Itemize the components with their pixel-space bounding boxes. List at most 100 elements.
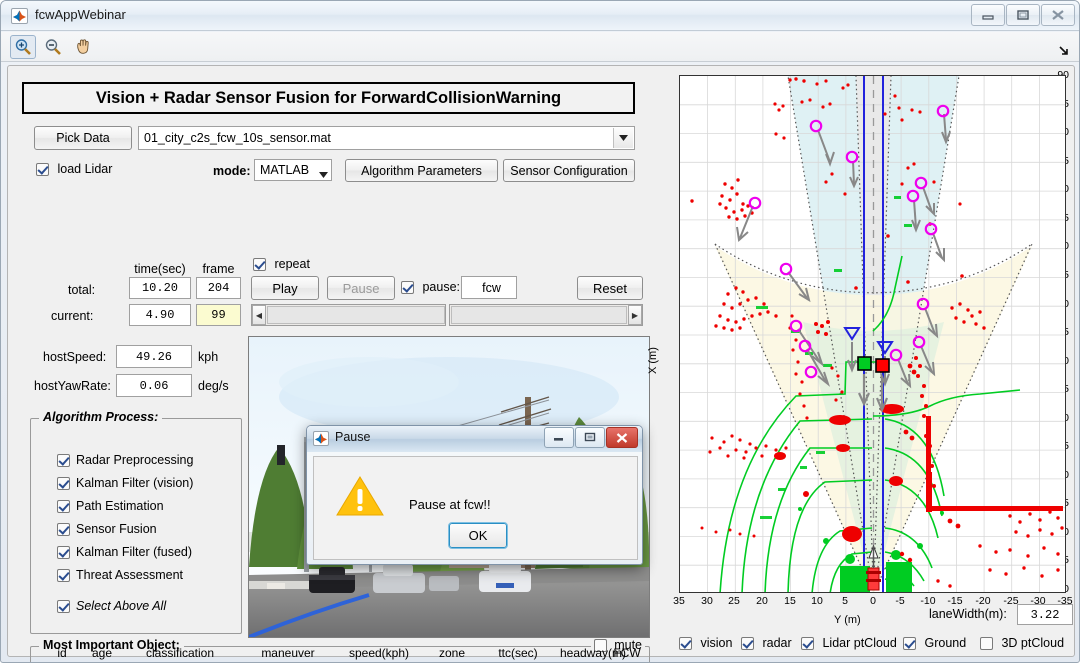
maximize-icon[interactable] <box>575 427 605 448</box>
checkbox-ground-layer[interactable]: Ground <box>903 636 966 650</box>
checkbox-path-estimation[interactable]: Path Estimation <box>57 499 164 513</box>
slider-right-arrow-icon[interactable]: ▶ <box>628 305 642 325</box>
checkbox-box <box>801 637 814 650</box>
xtick: -5 <box>888 595 912 607</box>
checkbox-label: Select Above All <box>76 599 166 613</box>
checkbox-box <box>903 637 916 650</box>
zoom-out-icon[interactable] <box>40 35 66 59</box>
checkbox-label: 3D ptCloud <box>1001 636 1064 650</box>
ok-button[interactable]: OK <box>449 523 507 548</box>
checkbox-threat-assessment[interactable]: Threat Assessment <box>57 568 183 582</box>
minimize-icon[interactable] <box>971 4 1005 26</box>
title-bar: fcwAppWebinar <box>1 1 1080 31</box>
pause-at-label: pause: <box>422 280 460 294</box>
resize-grip-icon[interactable] <box>1057 43 1071 60</box>
checkbox-label: vision <box>700 636 732 650</box>
data-file-combobox[interactable]: 01_city_c2s_fcw_10s_sensor.mat <box>138 126 635 150</box>
pause-button[interactable]: Pause <box>327 276 395 300</box>
xtick: 20 <box>750 595 774 607</box>
chevron-down-icon[interactable] <box>319 167 328 181</box>
mio-header-id: id <box>45 646 79 660</box>
time-slider[interactable]: ◀ <box>251 304 446 326</box>
checkbox-label: Kalman Filter (vision) <box>76 476 193 490</box>
checkbox-select-above-all[interactable]: Select Above All <box>57 599 166 613</box>
page-title: Vision + Radar Sensor Fusion for Forward… <box>22 82 635 114</box>
slider-trough[interactable] <box>451 306 627 324</box>
checkbox-label: Kalman Filter (fused) <box>76 545 192 559</box>
total-frame-field[interactable]: 204 <box>196 277 241 299</box>
dialog-body: Pause at fcw!! OK <box>313 456 638 560</box>
play-button[interactable]: Play <box>251 276 319 300</box>
mio-header-maneuver: maneuver <box>239 646 337 660</box>
frame-slider[interactable]: ▶ <box>449 304 643 326</box>
checkbox-box <box>980 637 993 650</box>
sensor-configuration-button[interactable]: Sensor Configuration <box>503 159 635 182</box>
checkbox-box <box>57 454 70 467</box>
main-panel: Vision + Radar Sensor Fusion for Forward… <box>7 65 1075 657</box>
current-time-field[interactable]: 4.90 <box>129 304 191 326</box>
matlab-icon <box>11 8 28 24</box>
checkbox-sensor-fusion[interactable]: Sensor Fusion <box>57 522 157 536</box>
pick-data-button[interactable]: Pick Data <box>34 126 132 150</box>
host-yaw-rate-label: hostYawRate: <box>34 379 111 393</box>
checkbox-radar-layer[interactable]: radar <box>741 636 792 650</box>
checkbox-kalman-filter-vision[interactable]: Kalman Filter (vision) <box>57 476 193 490</box>
chevron-down-icon[interactable] <box>613 128 633 148</box>
mode-label: mode: <box>213 164 251 178</box>
current-frame-field[interactable]: 99 <box>196 304 241 326</box>
mio-header-classification: classification <box>125 646 235 660</box>
window-controls <box>970 4 1075 26</box>
pause-at-checkbox[interactable]: pause: <box>401 280 460 294</box>
algorithm-process-title: Algorithm Process: <box>39 410 162 424</box>
reset-button[interactable]: Reset <box>577 276 643 300</box>
xtick: 10 <box>805 595 829 607</box>
repeat-label: repeat <box>274 257 309 271</box>
algorithm-parameters-button[interactable]: Algorithm Parameters <box>345 159 498 182</box>
close-icon[interactable] <box>606 427 638 448</box>
minimize-icon[interactable] <box>544 427 574 448</box>
pause-at-value-field[interactable]: fcw <box>461 276 517 299</box>
host-yaw-rate-field[interactable]: 0.06 <box>116 374 192 397</box>
checkbox-label: Sensor Fusion <box>76 522 157 536</box>
maximize-icon[interactable] <box>1006 4 1040 26</box>
checkbox-radar-preprocessing[interactable]: Radar Preprocessing <box>57 453 193 467</box>
algorithm-process-group: Algorithm Process: Radar Preprocessing K… <box>30 418 242 634</box>
mio-header-age: age <box>83 646 121 660</box>
window-title: fcwAppWebinar <box>35 7 126 22</box>
checkbox-lidar-ptcloud-layer[interactable]: Lidar ptCloud <box>801 636 897 650</box>
checkbox-3d-ptcloud-layer[interactable]: 3D ptCloud <box>980 636 1064 650</box>
checkbox-box <box>57 569 70 582</box>
checkbox-label: radar <box>762 636 791 650</box>
slider-trough[interactable] <box>267 306 445 324</box>
mode-select[interactable]: MATLAB <box>254 159 332 181</box>
host-speed-field[interactable]: 49.26 <box>116 345 192 368</box>
checkbox-label: Path Estimation <box>76 499 164 513</box>
dialog-title-bar: Pause <box>307 426 642 452</box>
pan-hand-icon[interactable] <box>70 35 96 59</box>
frame-column-header: frame <box>196 262 241 276</box>
load-lidar-checkbox[interactable]: load Lidar <box>36 162 112 176</box>
checkbox-label: Ground <box>924 636 966 650</box>
checkbox-box <box>253 258 266 271</box>
birds-eye-plot[interactable] <box>679 75 1066 593</box>
xtick: 15 <box>778 595 802 607</box>
xtick: 0 <box>861 595 885 607</box>
lane-width-field[interactable]: 3.22 <box>1017 604 1073 625</box>
toolbar <box>1 32 1080 62</box>
total-time-field[interactable]: 10.20 <box>129 277 191 299</box>
zoom-in-icon[interactable] <box>10 35 36 59</box>
checkbox-label: Threat Assessment <box>76 568 183 582</box>
checkbox-vision-layer[interactable]: vision <box>679 636 732 650</box>
mio-header-ttc: ttc(sec) <box>487 646 549 660</box>
checkbox-box <box>57 546 70 559</box>
slider-left-arrow-icon[interactable]: ◀ <box>252 305 266 325</box>
host-yaw-rate-unit: deg/s <box>198 379 229 393</box>
dialog-title: Pause <box>335 430 370 444</box>
xtick: 25 <box>722 595 746 607</box>
close-icon[interactable] <box>1041 4 1075 26</box>
repeat-checkbox[interactable]: repeat <box>253 257 310 271</box>
checkbox-kalman-filter-fused[interactable]: Kalman Filter (fused) <box>57 545 192 559</box>
checkbox-box <box>741 637 754 650</box>
mio-header-speed: speed(kph) <box>341 646 417 660</box>
application-window: fcwAppWebinar <box>0 0 1080 663</box>
